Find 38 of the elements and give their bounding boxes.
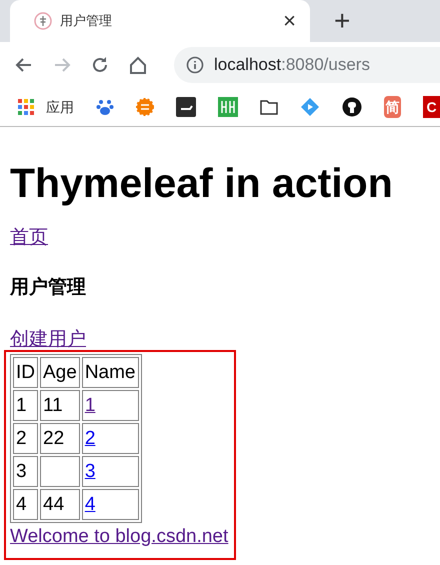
table-cell: 22 <box>40 423 80 454</box>
table-cell: 1 <box>13 390 38 421</box>
table-cell: 3 <box>13 456 38 487</box>
folder-icon[interactable] <box>260 99 278 115</box>
name-link[interactable]: 1 <box>84 395 96 416</box>
column-header: Age <box>40 357 80 388</box>
close-button[interactable]: × <box>283 10 296 32</box>
address-bar[interactable]: localhost:8080/users <box>174 47 440 83</box>
home-link[interactable]: 首页 <box>10 225 48 251</box>
table-cell: 4 <box>13 489 38 520</box>
section-title: 用户管理 <box>10 276 87 300</box>
favicon-icon <box>34 12 52 30</box>
reload-icon[interactable] <box>90 55 110 75</box>
info-icon <box>186 56 204 74</box>
terminal-icon[interactable] <box>176 97 196 117</box>
table-cell: 11 <box>40 390 80 421</box>
sun-icon[interactable] <box>136 98 154 116</box>
paw-icon[interactable] <box>96 98 114 116</box>
column-header: Name <box>82 357 138 388</box>
bookmark-button[interactable]: C <box>423 96 440 118</box>
footer-link[interactable]: Welcome to blog.csdn.net <box>10 524 228 550</box>
create-user-link[interactable]: 创建用户 <box>10 328 86 352</box>
page-heading: Thymeleaf in action <box>10 159 394 207</box>
column-header: ID <box>13 357 38 388</box>
name-link[interactable]: 2 <box>84 428 96 449</box>
url-text: localhost:8080/users <box>214 54 370 76</box>
bookmark[interactable]: 应用 <box>18 96 74 118</box>
bars-icon[interactable] <box>218 97 238 117</box>
name-link[interactable]: 3 <box>84 461 96 482</box>
apps-icon <box>18 99 34 115</box>
name-link[interactable]: 4 <box>84 494 96 515</box>
diamond-icon[interactable] <box>300 97 320 117</box>
browser-tab[interactable]: 用户管理 × <box>10 0 310 42</box>
home-icon[interactable] <box>128 55 148 75</box>
table-cell: 44 <box>40 489 80 520</box>
table-cell: 2 <box>13 423 38 454</box>
tab-title: 用户管理 <box>60 12 113 30</box>
new-tab-button[interactable]: + <box>334 7 350 35</box>
